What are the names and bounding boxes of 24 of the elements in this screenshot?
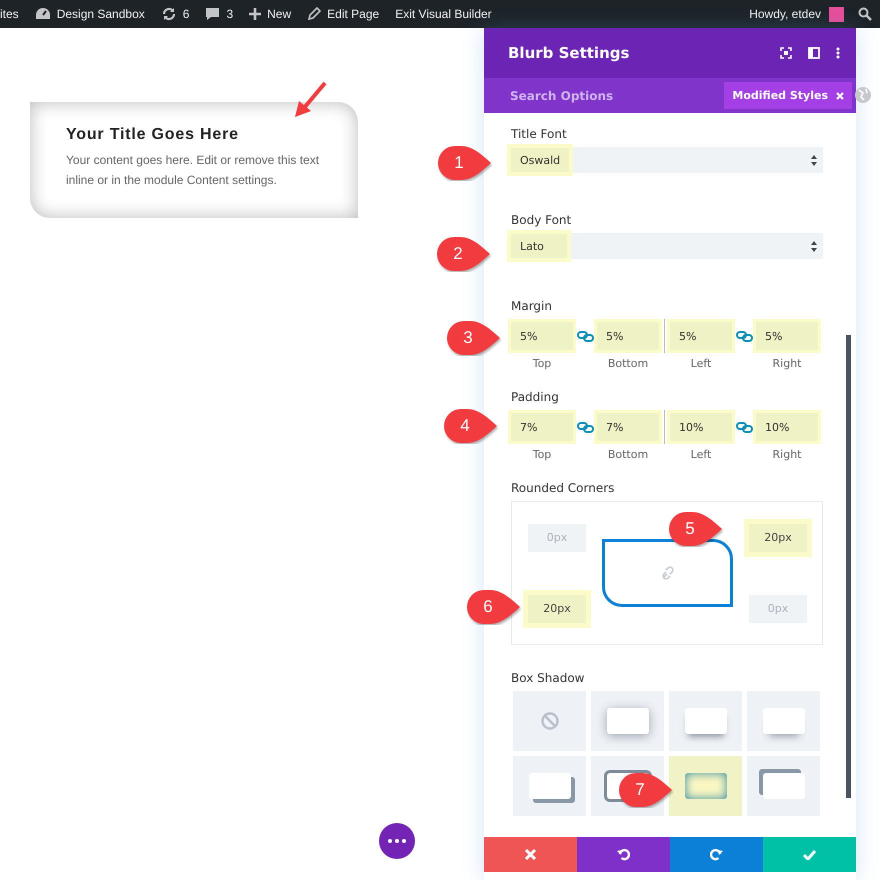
callout-tooltip: 4: [443, 408, 499, 444]
field-label: Margin: [511, 299, 553, 313]
side-caption: Top: [532, 448, 552, 461]
field-label: Title Font: [511, 127, 568, 141]
field-label: Rounded Corners: [511, 481, 616, 495]
field-label: Box Shadow: [511, 671, 586, 685]
blurb-text: Your content goes here. Edit or remove this text inline or in the module Content settings.: [66, 152, 320, 189]
panel-title: Blurb Settings: [508, 44, 630, 62]
side-caption: Top: [532, 357, 552, 370]
callout-tooltip: 7: [618, 772, 674, 808]
side-caption: Bottom: [606, 357, 650, 370]
blurb-title: Your Title Goes Here: [66, 126, 240, 144]
callout-tooltip: 5: [668, 511, 724, 547]
side-caption: Right: [772, 448, 802, 461]
callout-tooltip: 2: [436, 236, 492, 272]
callout-tooltip: 1: [437, 145, 493, 181]
side-caption: Left: [690, 448, 712, 461]
callout-tooltip: 3: [446, 320, 502, 356]
callout-tooltip: 6: [466, 589, 522, 625]
side-caption: Bottom: [606, 448, 650, 461]
field-label: Body Font: [511, 213, 572, 227]
field-label: Padding: [511, 390, 560, 404]
side-caption: Left: [690, 357, 712, 370]
side-caption: Right: [772, 357, 802, 370]
